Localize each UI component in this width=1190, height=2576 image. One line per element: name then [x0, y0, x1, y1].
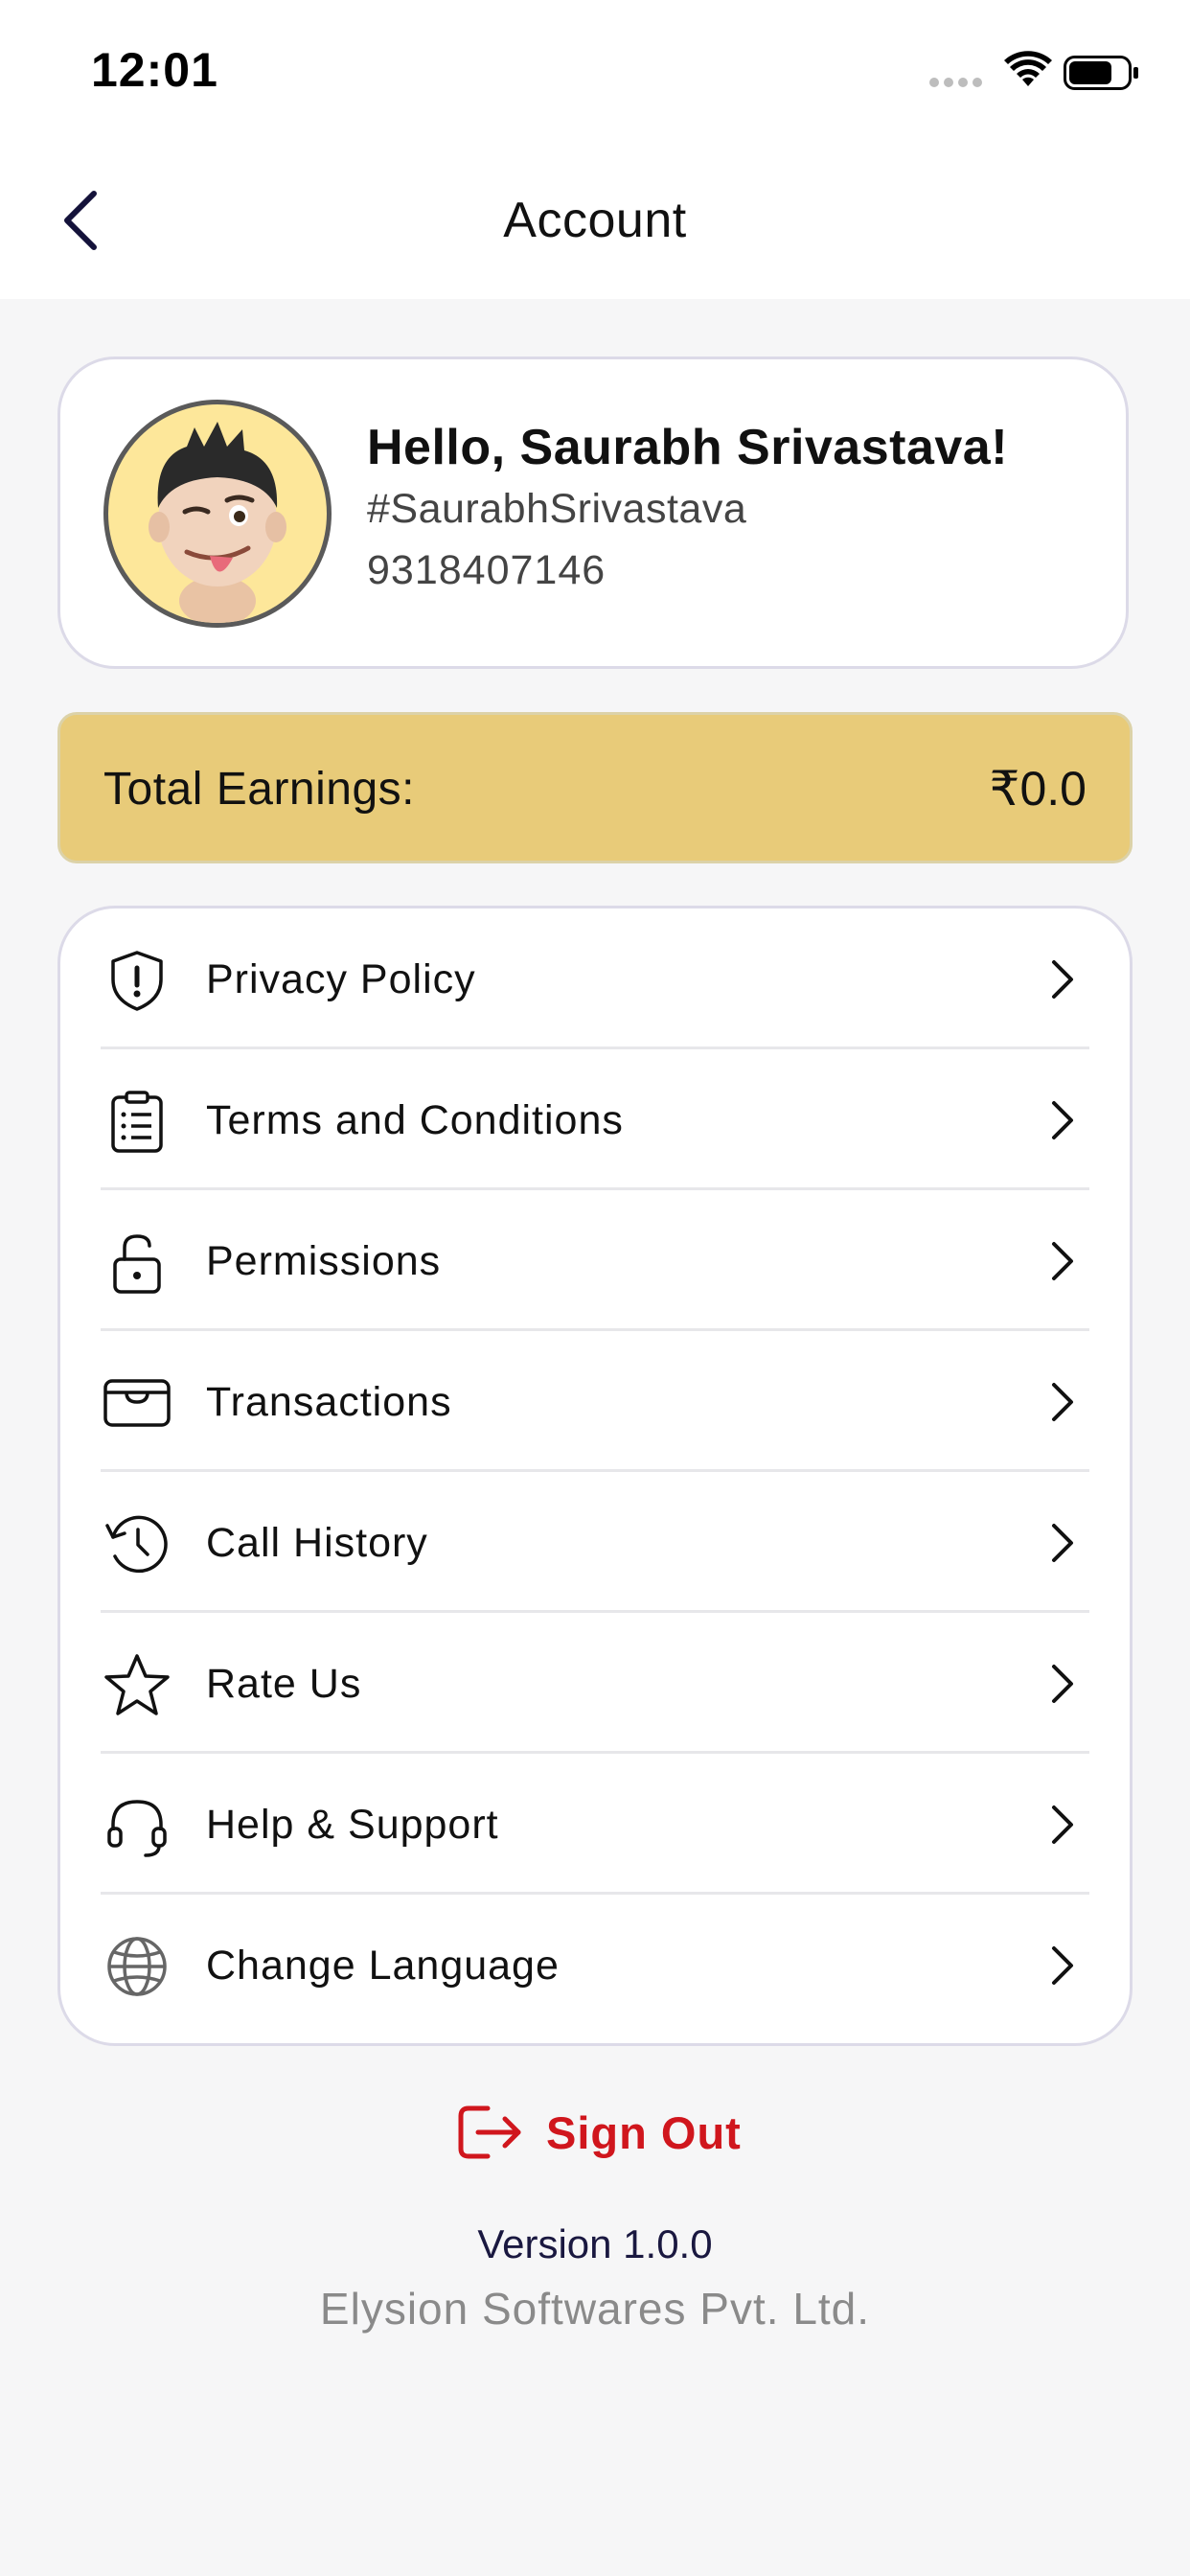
chevron-right-icon	[1052, 1101, 1073, 1139]
star-icon	[104, 1654, 170, 1715]
chevron-right-icon	[1052, 960, 1073, 999]
menu-item-label: Call History	[206, 1520, 428, 1566]
menu-item-label: Rate Us	[206, 1661, 362, 1707]
menu-item-transactions[interactable]: Transactions	[60, 1331, 1130, 1472]
menu-item-change-language[interactable]: Change Language	[60, 1895, 1130, 2036]
chevron-right-icon	[1052, 1524, 1073, 1562]
menu-item-label: Help & Support	[206, 1802, 499, 1848]
headset-icon	[107, 1800, 167, 1857]
earnings-label: Total Earnings:	[103, 764, 416, 815]
menu-item-label: Change Language	[206, 1943, 560, 1989]
chevron-right-icon	[1052, 1665, 1073, 1703]
menu-item-call-history[interactable]: Call History	[60, 1472, 1130, 1613]
profile-name: Hello, Saurabh Srivastava!	[367, 420, 1009, 475]
profile-card: Hello, Saurabh Srivastava! #SaurabhSriva…	[57, 356, 1129, 669]
chevron-right-icon	[1052, 1946, 1073, 1985]
globe-icon	[107, 1937, 167, 1996]
earnings-value: ₹0.0	[989, 762, 1087, 816]
wallet-icon	[103, 1379, 171, 1427]
menu-item-label: Transactions	[206, 1379, 452, 1425]
logout-icon	[458, 2105, 521, 2159]
menu-item-privacy-policy[interactable]: Privacy Policy	[60, 908, 1130, 1049]
top-bar: 12:01 Account	[0, 0, 1190, 299]
clipboard-list-icon	[111, 1091, 163, 1153]
shield-alert-icon	[111, 951, 163, 1011]
battery-icon	[1064, 56, 1138, 90]
menu-item-help-support[interactable]: Help & Support	[60, 1754, 1130, 1895]
menu-item-permissions[interactable]: Permissions	[60, 1190, 1130, 1331]
earnings-banner[interactable]: Total Earnings: ₹0.0	[57, 712, 1133, 863]
history-icon	[105, 1515, 168, 1574]
profile-handle: #SaurabhSrivastava	[367, 486, 747, 532]
app-version: Version 1.0.0	[477, 2221, 713, 2266]
avatar[interactable]	[103, 400, 332, 628]
memoji-avatar	[149, 422, 286, 623]
company-name: Elysion Softwares Pvt. Ltd.	[319, 2284, 871, 2334]
menu-item-label: Privacy Policy	[206, 956, 476, 1002]
menu-item-terms[interactable]: Terms and Conditions	[60, 1049, 1130, 1190]
unlock-icon	[113, 1234, 161, 1294]
sign-out-label: Sign Out	[546, 2107, 742, 2158]
menu-item-label: Terms and Conditions	[206, 1097, 624, 1143]
status-time: 12:01	[91, 43, 218, 97]
signal-icon	[929, 75, 987, 92]
menu-item-rate-us[interactable]: Rate Us	[60, 1613, 1130, 1754]
wifi-icon	[1004, 51, 1052, 86]
profile-phone: 9318407146	[367, 547, 606, 593]
chevron-right-icon	[1052, 1383, 1073, 1421]
status-icons	[929, 48, 1140, 96]
menu-item-label: Permissions	[206, 1238, 442, 1284]
page-title: Account	[503, 193, 687, 248]
menu-card: Privacy Policy Terms and Conditions Perm…	[57, 906, 1133, 2046]
chevron-right-icon	[1052, 1242, 1073, 1280]
chevron-right-icon	[1052, 1806, 1073, 1844]
sign-out-button[interactable]: Sign Out	[455, 2097, 743, 2174]
